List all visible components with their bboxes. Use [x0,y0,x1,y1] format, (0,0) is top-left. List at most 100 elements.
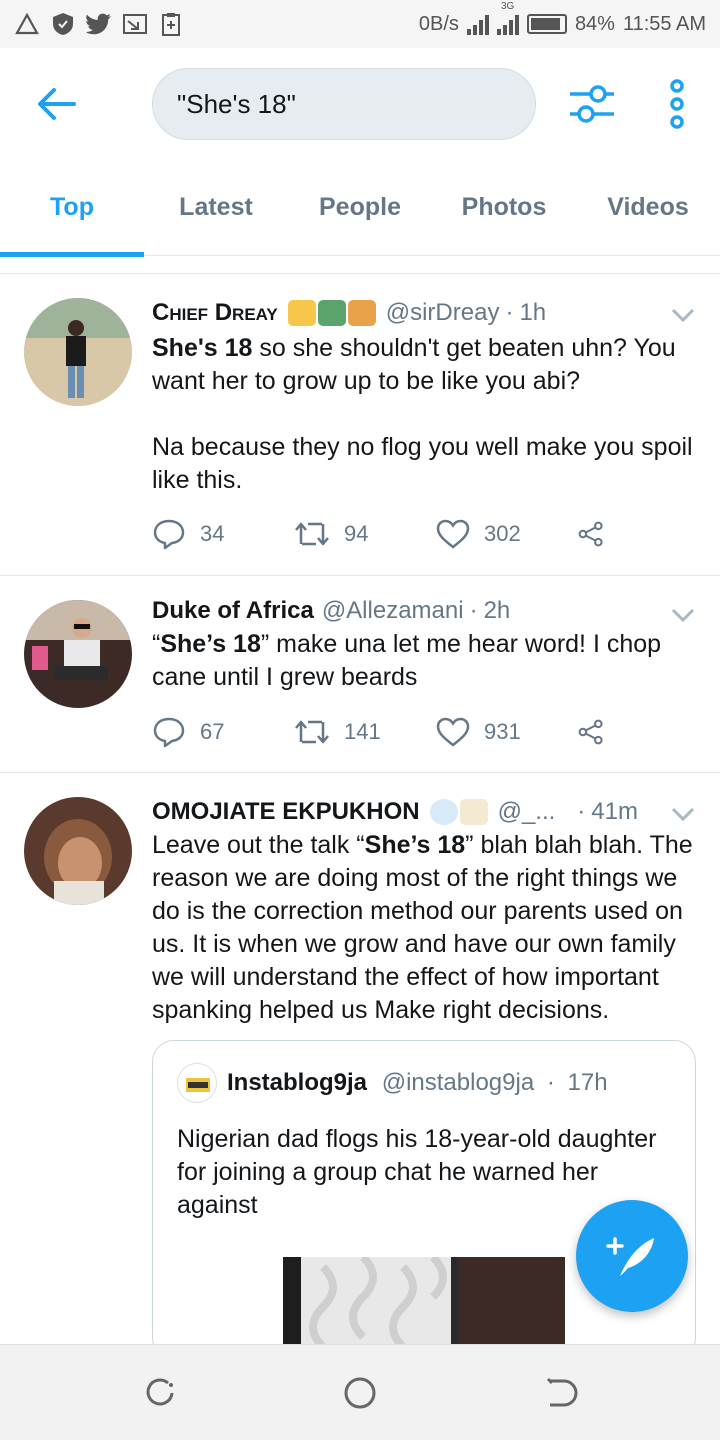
tweet-text: She's 18 so she shouldn't get beaten uhn… [152,332,696,398]
tweet-text-highlight: She's 18 [152,334,253,362]
share-button[interactable] [578,717,618,747]
reply-button[interactable]: 67 [152,716,294,748]
back-icon[interactable] [542,1375,578,1411]
battery-percent: 84% [574,12,615,35]
avatar[interactable] [24,797,132,905]
search-input[interactable]: "She's 18" [152,68,536,140]
tweet-author-name[interactable]: OMOJIATE EKPUKHON [152,798,420,826]
battery-icon [526,14,567,34]
tab-top[interactable]: Top [0,158,144,257]
search-query-text: "She's 18" [177,88,296,119]
mechanic-emoji-icon [347,300,376,326]
like-button[interactable]: 931 [436,717,578,747]
tweet-header: Duke of Africa @Allezamani · 2h [152,594,696,628]
twitter-icon [86,11,112,37]
retweet-button[interactable]: 94 [294,520,436,548]
tweet-time: 2h [483,597,511,624]
like-count: 302 [484,521,521,546]
tweet-header: Chief Dreay @sirDreay · 1h [152,296,696,330]
tweet-actions: 34 94 302 [152,518,618,550]
snowflake-emoji-icon [429,799,458,825]
tweet-content: Duke of Africa @Allezamani · 2h “She’s 1… [152,594,696,694]
quoted-author-name[interactable]: Instablog9ja [227,1069,367,1096]
filter-icon[interactable] [566,82,618,126]
quoted-time: 17h [567,1069,608,1096]
reply-button[interactable]: 34 [152,518,294,550]
tab-videos[interactable]: Videos [576,158,720,256]
separator-dot: · [469,597,478,624]
quoted-author-handle[interactable]: @instablog9ja [382,1069,534,1096]
signal-icon [466,13,489,35]
tweet-author-name[interactable]: Duke of Africa [152,597,314,625]
clock: 11:55 AM [622,12,706,35]
separator-dot: · [505,299,514,326]
retweet-icon [295,522,329,546]
tweet-text-paragraph: Na because they no flog you well make yo… [152,433,693,494]
like-count: 931 [484,719,521,744]
quoted-tweet-header: Instablog9ja @instablog9ja · 17h [227,1069,608,1097]
shield-icon [50,11,76,37]
separator-dot: · [546,1069,555,1096]
like-button[interactable]: 302 [436,519,578,549]
status-notification-icons [14,11,184,37]
share-button[interactable] [578,519,618,549]
search-tabs: Top Latest People Photos Videos [0,158,720,257]
tweet-content: OMOJIATE EKPUKHON @_... · 41m Leave out … [152,795,696,1027]
compose-feather-icon [606,1237,654,1276]
quoted-avatar[interactable] [177,1063,217,1103]
home-icon[interactable] [342,1375,378,1411]
retweet-icon [295,720,329,744]
tweet-author-handle[interactable]: @Allezamani [322,597,464,625]
tweet-text: “She’s 18” make una let me hear word! I … [152,628,696,694]
back-arrow-icon[interactable] [34,84,78,124]
cast-icon [122,11,148,37]
retweet-button[interactable]: 141 [294,718,436,746]
tab-photos[interactable]: Photos [432,158,576,256]
search-header: "She's 18" [0,48,720,158]
share-icon [578,719,603,745]
more-vertical-icon[interactable] [664,78,690,130]
heart-icon [436,519,470,549]
avatar[interactable] [24,600,132,708]
retweet-count: 94 [344,521,369,546]
face-mask-emoji-icon [287,300,316,326]
chevron-down-icon[interactable] [670,306,696,324]
tab-people[interactable]: People [288,158,432,256]
recent-apps-icon[interactable] [142,1375,178,1411]
tweet-item[interactable]: Duke of Africa @Allezamani · 2h “She’s 1… [0,576,720,773]
alert-triangle-icon [14,11,40,37]
tweet-header: OMOJIATE EKPUKHON @_... · 41m [152,795,696,829]
tweet-text-highlight: She’s 18 [364,831,466,859]
avatar[interactable] [24,298,132,406]
tweet-author-name[interactable]: Chief Dreay [152,299,278,327]
status-system-info: 0B/s 3G 84% 11:55 AM [418,1,706,36]
net-speed: 0B/s [418,12,459,35]
reply-count: 67 [200,719,225,744]
tweet-item[interactable]: Chief Dreay @sirDreay · 1h She's 18 so s… [0,274,720,576]
tweet-author-handle[interactable]: @sirDreay [386,299,500,327]
compose-tweet-button[interactable] [576,1200,688,1312]
reply-count: 34 [200,521,225,546]
tweet-text-pre: Leave out the talk “ [152,831,365,859]
tweet-author-handle[interactable]: @_... [498,798,556,826]
chevron-down-icon[interactable] [670,805,696,823]
reply-icon [153,519,185,550]
heart-icon [436,717,470,747]
tab-latest[interactable]: Latest [144,158,288,256]
tweet-content: Chief Dreay @sirDreay · 1h She's 18 so s… [152,296,696,497]
share-icon [578,521,603,547]
retweet-count: 141 [344,719,381,744]
tweet-text-rest: ” blah blah blah. The reason we are doin… [152,831,693,1024]
network-type: 3G [500,1,515,12]
system-navigation-bar [0,1344,720,1440]
quoted-tweet-card[interactable]: Instablog9ja @instablog9ja · 17h Nigeria… [152,1040,696,1360]
tweet-text: Leave out the talk “She’s 18” blah blah … [152,829,696,1027]
tweet-actions: 67 141 931 [152,716,618,748]
reply-icon [153,717,185,748]
tweet-time: 41m [591,798,638,825]
tweet-text-highlight: She’s 18 [160,630,261,658]
mahjong-emoji-icon [459,799,488,825]
separator-dot: · [577,798,586,825]
chevron-down-icon[interactable] [670,606,696,624]
status-bar: 0B/s 3G 84% 11:55 AM [0,0,720,48]
